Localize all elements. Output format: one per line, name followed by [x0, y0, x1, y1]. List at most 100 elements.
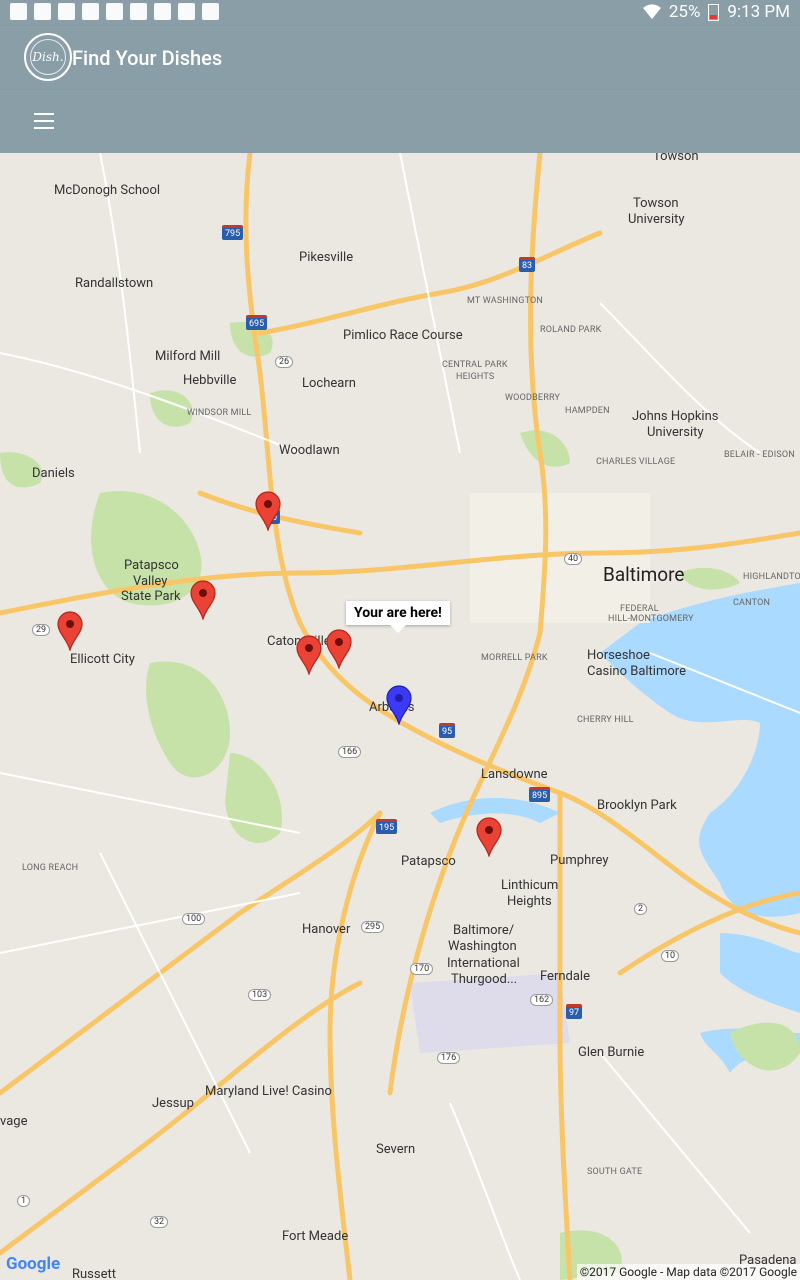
- clock: 9:13 PM: [727, 2, 790, 22]
- app-bar: Dish. Find Your Dishes: [0, 26, 800, 90]
- map-label: HAMPDEN: [565, 406, 610, 416]
- status-bar: 25% 9:13 PM: [0, 0, 800, 26]
- map-label: CANTON: [733, 598, 771, 608]
- map-label: WOODBERRY: [505, 393, 561, 403]
- map-label: Ellicott City: [70, 652, 135, 667]
- route-shield-icon: 10: [661, 950, 680, 962]
- map-label: Baltimore/: [453, 923, 515, 938]
- route-shield-icon: 166: [338, 746, 362, 758]
- map-label: Pumphrey: [550, 853, 609, 868]
- route-shield-icon: 1: [17, 1195, 31, 1207]
- toolbar: [0, 90, 800, 153]
- map-label: Milford Mill: [155, 349, 221, 364]
- map-label: Fort Meade: [282, 1229, 349, 1244]
- route-shield-icon: 176: [437, 1052, 461, 1064]
- map-label: Thurgood...: [451, 972, 518, 987]
- map-label: McDonogh School: [54, 183, 161, 198]
- map-view[interactable]: McDonogh School Towson Towson University Pik…: [0, 153, 800, 1280]
- map-label: Casino Baltimore: [587, 664, 686, 679]
- map-label: BELAIR - EDISON: [724, 450, 795, 460]
- map-label: Ferndale: [540, 969, 590, 984]
- map-label: Towson: [653, 153, 699, 164]
- map-label: HIGHLANDTOWN: [743, 572, 800, 582]
- map-label: Pimlico Race Course: [343, 328, 463, 343]
- map-label: Woodlawn: [279, 443, 340, 458]
- map-label: HILL-MONTGOMERY: [608, 614, 694, 624]
- map-label: Patapsco: [124, 558, 179, 573]
- map-label: Towson: [633, 196, 679, 211]
- restaurant-pin-icon[interactable]: [296, 635, 322, 677]
- route-shield-icon: 32: [150, 1216, 169, 1228]
- map-label: Russett: [72, 1267, 116, 1280]
- map-label: LONG REACH: [22, 863, 79, 873]
- map-label: Randallstown: [75, 276, 154, 291]
- route-shield-icon: 29: [32, 624, 51, 636]
- map-label: ROLAND PARK: [540, 325, 602, 335]
- map-label: Hebbville: [183, 373, 237, 388]
- map-label: International: [447, 956, 520, 971]
- interstate-shield-icon: 97: [566, 1004, 583, 1019]
- restaurant-pin-icon[interactable]: [190, 580, 216, 622]
- map-label: CENTRAL PARK: [442, 360, 508, 370]
- map-label: Lochearn: [302, 376, 356, 391]
- map-label: Maryland Live! Casino: [205, 1084, 332, 1099]
- map-label: CHARLES VILLAGE: [596, 457, 676, 467]
- map-label: Johns Hopkins: [632, 409, 719, 424]
- map-label: Brooklyn Park: [597, 798, 677, 813]
- map-label: Baltimore: [603, 563, 685, 586]
- restaurant-pin-icon[interactable]: [57, 611, 83, 653]
- map-label: WINDSOR MILL: [187, 408, 252, 418]
- hamburger-menu-icon[interactable]: [34, 113, 54, 129]
- interstate-shield-icon: 83: [519, 257, 536, 272]
- map-label: Severn: [376, 1142, 416, 1157]
- map-label: Hanover: [302, 922, 351, 937]
- map-label: Heights: [507, 894, 552, 909]
- map-label: Valley: [133, 574, 168, 589]
- route-shield-icon: 295: [361, 921, 385, 933]
- battery-icon: [708, 3, 720, 21]
- location-callout: Your are here!: [346, 601, 450, 633]
- map-attribution[interactable]: ©2017 Google - Map data ©2017 Google: [576, 1264, 800, 1280]
- route-shield-icon: 103: [248, 989, 272, 1001]
- wifi-icon: [642, 4, 661, 20]
- interstate-shield-icon: 95: [439, 723, 456, 738]
- route-shield-icon: 100: [182, 913, 206, 925]
- map-label: Horseshoe: [587, 648, 650, 663]
- route-shield-icon: 170: [410, 963, 434, 975]
- map-label: Pikesville: [299, 250, 354, 265]
- restaurant-pin-icon[interactable]: [326, 629, 352, 671]
- restaurant-pin-icon[interactable]: [255, 491, 281, 533]
- map-label: Lansdowne: [481, 767, 548, 782]
- interstate-shield-icon: 895: [529, 787, 551, 802]
- interstate-shield-icon: 795: [222, 225, 244, 240]
- battery-percent: 25%: [668, 2, 701, 22]
- map-label: Jessup: [152, 1096, 194, 1111]
- restaurant-pin-icon[interactable]: [476, 817, 502, 859]
- map-label: MT WASHINGTON: [467, 296, 544, 306]
- map-label: MORRELL PARK: [481, 653, 548, 663]
- google-logo: Google: [6, 1254, 61, 1274]
- interstate-shield-icon: 695: [246, 315, 268, 330]
- map-label: University: [628, 212, 685, 227]
- app-logo: Dish.: [24, 33, 72, 81]
- interstate-shield-icon: 195: [376, 819, 398, 834]
- map-label: SOUTH GATE: [587, 1167, 643, 1177]
- current-location-pin-icon[interactable]: [386, 685, 412, 727]
- map-label: State Park: [121, 589, 181, 604]
- map-label: Glen Burnie: [578, 1045, 645, 1060]
- map-label: Washington: [448, 939, 517, 954]
- route-shield-icon: 26: [275, 356, 294, 368]
- route-shield-icon: 40: [564, 553, 583, 565]
- map-label: FEDERAL: [620, 604, 659, 614]
- map-label: Daniels: [32, 466, 75, 481]
- map-label: HEIGHTS: [456, 372, 495, 382]
- map-label: University: [647, 425, 704, 440]
- route-shield-icon: 2: [634, 903, 648, 915]
- map-label: CHERRY HILL: [577, 715, 634, 725]
- map-label: vage: [0, 1114, 28, 1129]
- notification-icons: [10, 3, 219, 20]
- route-shield-icon: 162: [530, 994, 554, 1006]
- map-label: Patapsco: [401, 854, 456, 869]
- app-title: Find Your Dishes: [72, 46, 223, 70]
- map-label: Linthicum: [501, 878, 559, 893]
